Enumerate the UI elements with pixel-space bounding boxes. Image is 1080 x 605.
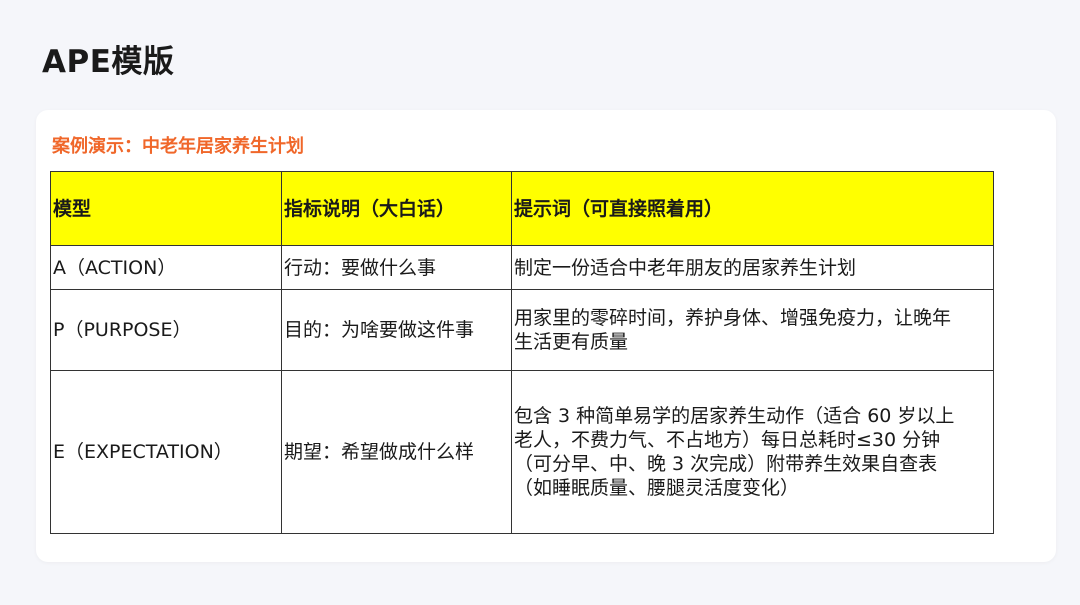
ape-table: 模型 指标说明（大白话） 提示词（可直接照着用） A（ACTION） 行动：要做… [50, 171, 994, 534]
cell-model: A（ACTION） [50, 245, 282, 290]
cell-explain: 目的：为啥要做这件事 [281, 289, 512, 371]
cell-explain: 行动：要做什么事 [281, 245, 512, 290]
cell-model: E（EXPECTATION） [50, 370, 282, 534]
table-row: A（ACTION） 行动：要做什么事 制定一份适合中老年朋友的居家养生计划 [50, 245, 994, 290]
header-model: 模型 [50, 171, 282, 246]
cell-model: P（PURPOSE） [50, 289, 282, 371]
table-header-row: 模型 指标说明（大白话） 提示词（可直接照着用） [50, 171, 994, 246]
content-card: 案例演示：中老年居家养生计划 模型 指标说明（大白话） 提示词（可直接照着用） … [36, 110, 1056, 562]
page-title: APE模版 [42, 44, 175, 80]
table-row: P（PURPOSE） 目的：为啥要做这件事 用家里的零碎时间，养护身体、增强免疫… [50, 289, 994, 371]
cell-prompt: 用家里的零碎时间，养护身体、增强免疫力，让晚年 生活更有质量 [511, 289, 994, 371]
cell-prompt: 包含 3 种简单易学的居家养生动作（适合 60 岁以上 老人，不费力气、不占地方… [511, 370, 994, 534]
table-row: E（EXPECTATION） 期望：希望做成什么样 包含 3 种简单易学的居家养… [50, 370, 994, 534]
cell-prompt: 制定一份适合中老年朋友的居家养生计划 [511, 245, 994, 290]
case-title: 案例演示：中老年居家养生计划 [52, 136, 304, 157]
cell-explain: 期望：希望做成什么样 [281, 370, 512, 534]
header-explain: 指标说明（大白话） [281, 171, 512, 246]
header-prompt: 提示词（可直接照着用） [511, 171, 994, 246]
